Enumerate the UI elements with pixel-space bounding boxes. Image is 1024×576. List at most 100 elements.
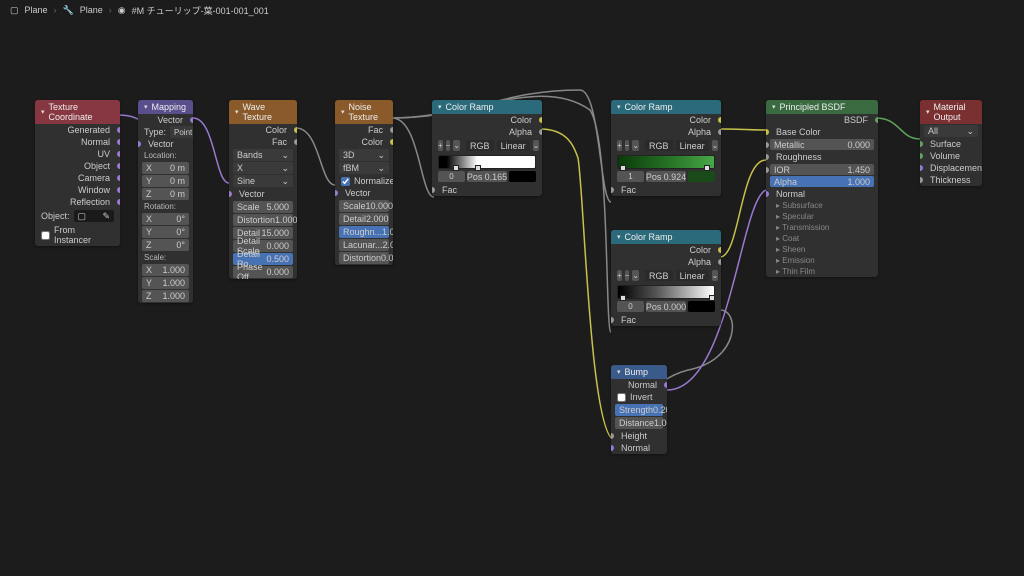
- bc-plane2[interactable]: Plane: [80, 5, 103, 15]
- node-header[interactable]: Color Ramp: [611, 100, 721, 114]
- in-thickness[interactable]: Thickness: [920, 174, 982, 186]
- out-window[interactable]: Window: [35, 184, 120, 196]
- type-row[interactable]: Type:Point: [138, 126, 193, 138]
- ramp-gradient[interactable]: [617, 155, 715, 169]
- scale-z[interactable]: Z1.000: [142, 290, 189, 302]
- distance-field[interactable]: Distance1.000: [615, 417, 663, 429]
- sub-transmission[interactable]: Transmission: [766, 222, 878, 233]
- sub-sheen[interactable]: Sheen: [766, 244, 878, 255]
- rot-x[interactable]: X0°: [142, 213, 189, 225]
- pos-row[interactable]: 0 Pos 0.000: [617, 301, 715, 312]
- out-camera[interactable]: Camera: [35, 172, 120, 184]
- loc-y[interactable]: Y0 m: [142, 175, 189, 187]
- node-header[interactable]: Bump: [611, 365, 667, 379]
- ramp-controls[interactable]: +−⌄ RGBLinear⌄: [611, 268, 721, 283]
- in-displacement[interactable]: Displacement: [920, 162, 982, 174]
- in-vector[interactable]: Vector: [138, 138, 193, 150]
- out-alpha[interactable]: Alpha: [611, 256, 721, 268]
- in-vector[interactable]: Vector: [229, 188, 297, 200]
- fbm-dd[interactable]: fBM⌄: [339, 162, 389, 174]
- bc-plane1[interactable]: Plane: [25, 5, 48, 15]
- out-color[interactable]: Color: [335, 136, 393, 148]
- in-base-color[interactable]: Base Color: [766, 126, 878, 138]
- rot-y[interactable]: Y0°: [142, 226, 189, 238]
- out-normal[interactable]: Normal: [611, 379, 667, 391]
- loc-x[interactable]: X0 m: [142, 162, 189, 174]
- node-editor-canvas[interactable]: Texture Coordinate Generated Normal UV O…: [0, 20, 1024, 576]
- out-color[interactable]: Color: [432, 114, 542, 126]
- object-picker[interactable]: Object:▢ ✎: [35, 208, 120, 224]
- phase-offset-field[interactable]: Phase Off...0.000: [233, 266, 293, 278]
- ramp-gradient[interactable]: [438, 155, 536, 169]
- invert-check[interactable]: Invert: [611, 391, 667, 403]
- node-bump[interactable]: Bump Normal Invert Strength0.200 Distanc…: [611, 365, 667, 454]
- node-header[interactable]: Texture Coordinate: [35, 100, 120, 124]
- node-header[interactable]: Noise Texture: [335, 100, 393, 124]
- detail-field[interactable]: Detail2.000: [339, 213, 389, 225]
- sine-dd[interactable]: Sine⌄: [233, 175, 293, 187]
- scale-field[interactable]: Scale10.000: [339, 200, 389, 212]
- out-bsdf[interactable]: BSDF: [766, 114, 878, 126]
- in-vector[interactable]: Vector: [335, 187, 393, 199]
- pos-row[interactable]: 0 Pos 0.165: [438, 171, 536, 182]
- ior-field[interactable]: IOR1.450: [770, 164, 874, 175]
- ramp-controls[interactable]: +−⌄ RGBLinear⌄: [611, 138, 721, 153]
- out-alpha[interactable]: Alpha: [611, 126, 721, 138]
- node-wave-texture[interactable]: Wave Texture Color Fac Bands⌄ X⌄ Sine⌄ V…: [229, 100, 297, 279]
- node-texture-coordinate[interactable]: Texture Coordinate Generated Normal UV O…: [35, 100, 120, 246]
- in-surface[interactable]: Surface: [920, 138, 982, 150]
- in-normal[interactable]: Normal: [611, 442, 667, 454]
- node-material-output[interactable]: Material Output All⌄ Surface Volume Disp…: [920, 100, 982, 186]
- node-header[interactable]: Color Ramp: [611, 230, 721, 244]
- distortion-field[interactable]: Distortion1.000: [233, 214, 293, 226]
- sub-coat[interactable]: Coat: [766, 233, 878, 244]
- out-generated[interactable]: Generated: [35, 124, 120, 136]
- node-header[interactable]: Mapping: [138, 100, 193, 114]
- in-fac[interactable]: Fac: [611, 184, 721, 196]
- pos-row[interactable]: 1 Pos 0.924: [617, 171, 715, 182]
- 3d-dd[interactable]: 3D⌄: [339, 149, 389, 161]
- lacunarity-field[interactable]: Lacunar...2.000: [339, 239, 389, 251]
- sub-thinfilm[interactable]: Thin Film: [766, 266, 878, 277]
- ramp-gradient[interactable]: [617, 285, 715, 299]
- ramp-controls[interactable]: +−⌄ RGBLinear⌄: [432, 138, 542, 153]
- in-volume[interactable]: Volume: [920, 150, 982, 162]
- node-color-ramp-2[interactable]: Color Ramp Color Alpha +−⌄ RGBLinear⌄ 1 …: [611, 100, 721, 196]
- out-uv[interactable]: UV: [35, 148, 120, 160]
- from-instancer-check[interactable]: From Instancer: [35, 224, 120, 246]
- node-principled-bsdf[interactable]: Principled BSDF BSDF Base Color Metallic…: [766, 100, 878, 277]
- x-dd[interactable]: X⌄: [233, 162, 293, 174]
- normalize-check[interactable]: Normalize: [335, 175, 393, 187]
- in-height[interactable]: Height: [611, 430, 667, 442]
- distortion-field[interactable]: Distortion0.000: [339, 252, 389, 264]
- sub-emission[interactable]: Emission: [766, 255, 878, 266]
- in-fac[interactable]: Fac: [611, 314, 721, 326]
- alpha-field[interactable]: Alpha1.000: [770, 176, 874, 187]
- out-fac[interactable]: Fac: [335, 124, 393, 136]
- out-color[interactable]: Color: [611, 114, 721, 126]
- node-mapping[interactable]: Mapping Vector Type:Point Vector Locatio…: [138, 100, 193, 303]
- out-alpha[interactable]: Alpha: [432, 126, 542, 138]
- metallic-field[interactable]: Metallic0.000: [770, 139, 874, 150]
- scale-field[interactable]: Scale5.000: [233, 201, 293, 213]
- scale-x[interactable]: X1.000: [142, 264, 189, 276]
- node-color-ramp-3[interactable]: Color Ramp Color Alpha +−⌄ RGBLinear⌄ 0 …: [611, 230, 721, 326]
- out-normal[interactable]: Normal: [35, 136, 120, 148]
- node-header[interactable]: Color Ramp: [432, 100, 542, 114]
- sub-specular[interactable]: Specular: [766, 211, 878, 222]
- scale-y[interactable]: Y1.000: [142, 277, 189, 289]
- out-color[interactable]: Color: [229, 124, 297, 136]
- node-header[interactable]: Material Output: [920, 100, 982, 124]
- in-roughness[interactable]: Roughness: [766, 151, 878, 163]
- in-normal[interactable]: Normal: [766, 188, 878, 200]
- bc-material[interactable]: #M チューリップ-葉-001-001_001: [132, 4, 269, 17]
- node-header[interactable]: Wave Texture: [229, 100, 297, 124]
- out-object[interactable]: Object: [35, 160, 120, 172]
- out-color[interactable]: Color: [611, 244, 721, 256]
- roughness-field[interactable]: Roughn...1.000: [339, 226, 389, 238]
- out-reflection[interactable]: Reflection: [35, 196, 120, 208]
- target-dd[interactable]: All⌄: [924, 125, 978, 137]
- node-noise-texture[interactable]: Noise Texture Fac Color 3D⌄ fBM⌄ Normali…: [335, 100, 393, 265]
- loc-z[interactable]: Z0 m: [142, 188, 189, 200]
- strength-field[interactable]: Strength0.200: [615, 404, 663, 416]
